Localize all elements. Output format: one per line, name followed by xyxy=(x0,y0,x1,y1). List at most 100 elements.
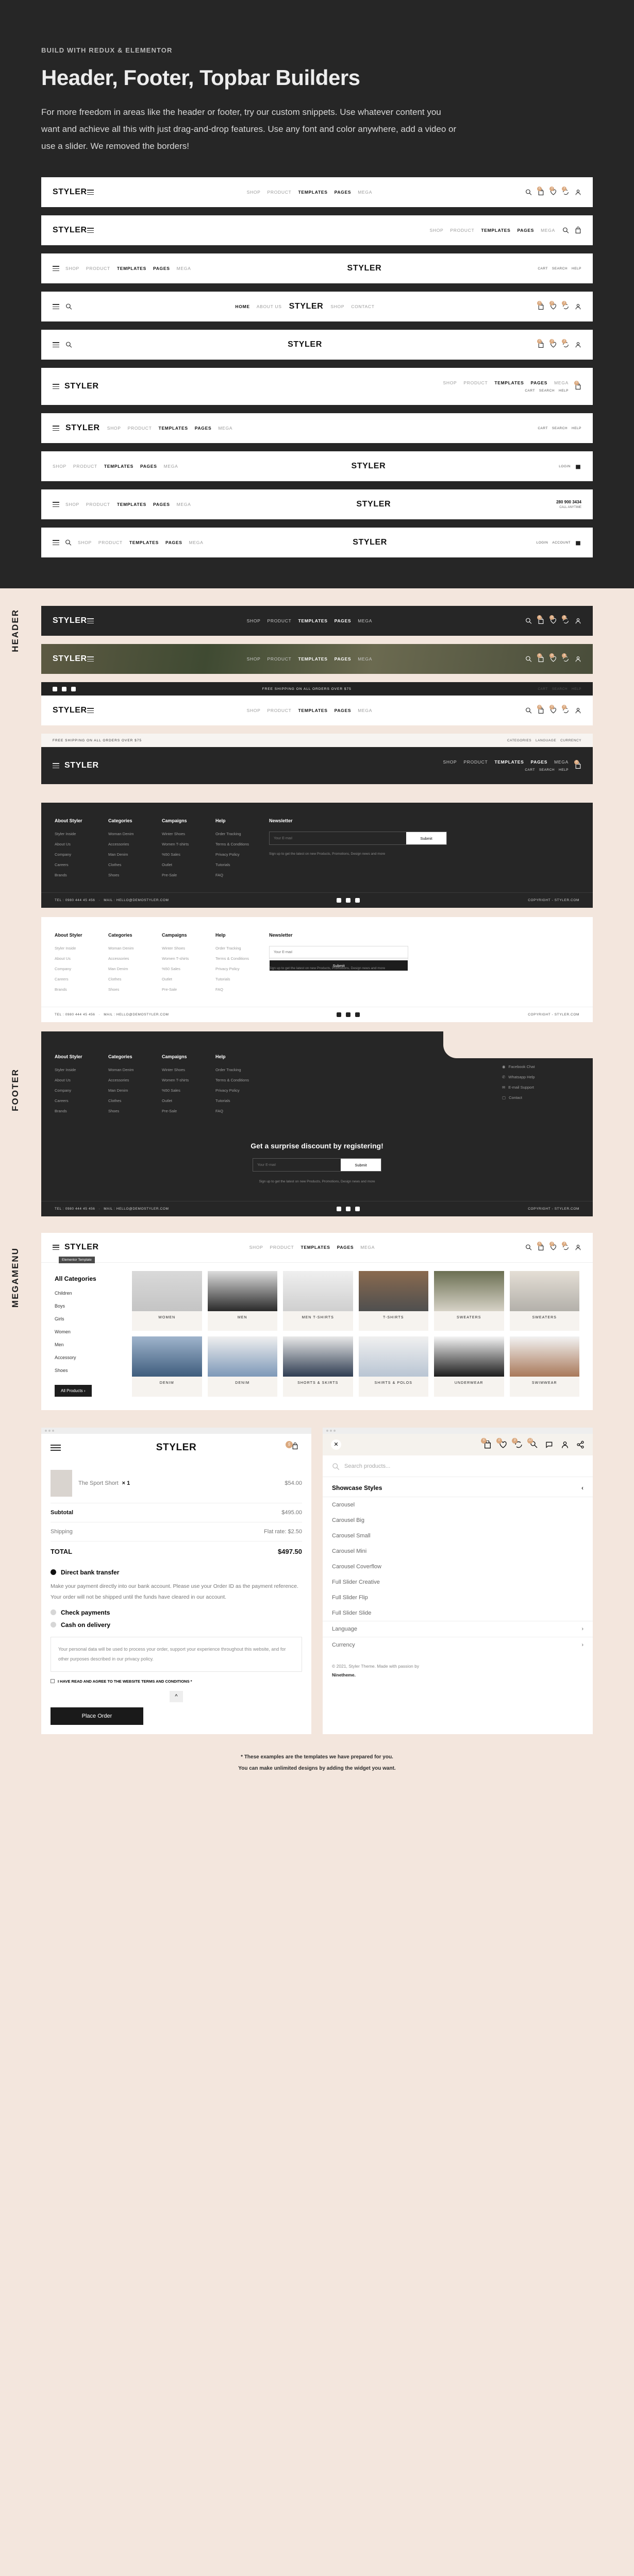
footer-link[interactable]: Woman Denim xyxy=(108,1067,162,1072)
logo[interactable]: STYLER xyxy=(352,462,386,471)
panel-item-list[interactable]: Carousel Carousel Big Carousel Small Car… xyxy=(323,1497,593,1621)
nav-mega[interactable]: MEGA xyxy=(358,708,372,713)
list-item[interactable]: Carousel Mini xyxy=(323,1544,593,1559)
header-dark-stacked[interactable]: STYLER SHOP PRODUCT TEMPLATES PAGES MEGA… xyxy=(41,747,593,785)
nav-product[interactable]: PRODUCT xyxy=(98,540,123,545)
link-login[interactable]: LOGIN xyxy=(559,465,571,468)
footer-link[interactable]: Order Tracking xyxy=(215,832,269,836)
footer-link[interactable]: Accessories xyxy=(108,956,162,961)
topbar-dark[interactable]: FREE SHIPPING ON ALL ORDERS OVER $75 CAR… xyxy=(41,682,593,696)
footer-link[interactable]: Clothes xyxy=(108,1098,162,1103)
nav-pages[interactable]: PAGES xyxy=(335,190,352,195)
cart-icon[interactable]: 6 xyxy=(537,187,544,196)
footer-link[interactable]: Terms & Conditions xyxy=(215,956,269,961)
cart-icon[interactable]: 5 xyxy=(286,1440,302,1453)
nav-pages[interactable]: PAGES xyxy=(518,228,535,233)
header-with-topbar[interactable]: FREE SHIPPING ON ALL ORDERS OVER $75 CAR… xyxy=(41,682,593,726)
footer-link[interactable]: Shoes xyxy=(108,987,162,992)
logo[interactable]: STYLER xyxy=(347,264,382,273)
megamenu-header[interactable]: STYLER SHOP PRODUCT TEMPLATES PAGES MEGA… xyxy=(41,1232,593,1263)
main-nav[interactable]: SHOP PRODUCT TEMPLATES PAGES MEGA xyxy=(247,656,372,662)
product-tile[interactable]: SWEATERS xyxy=(434,1270,504,1331)
footer-link[interactable]: Shoes xyxy=(108,873,162,877)
menu-icon[interactable] xyxy=(87,617,94,625)
search-products-icon[interactable]: 12 xyxy=(527,1437,538,1449)
footer-link[interactable]: Shoes xyxy=(108,1109,162,1113)
account-icon[interactable] xyxy=(561,1440,569,1449)
footer-link[interactable]: About Us xyxy=(55,956,108,961)
nav-home[interactable]: HOME xyxy=(235,304,249,309)
nav-shop[interactable]: SHOP xyxy=(78,540,92,545)
nav-shop[interactable]: SHOP xyxy=(53,464,66,469)
list-item[interactable]: Carousel Coverflow xyxy=(323,1559,593,1574)
cart-icon[interactable]: 6 xyxy=(537,653,544,663)
header-variant-8[interactable]: SHOP PRODUCT TEMPLATES PAGES MEGA STYLER… xyxy=(41,451,593,482)
menu-icon[interactable] xyxy=(53,303,59,311)
link-help[interactable]: HELP xyxy=(572,687,581,691)
nav-templates[interactable]: TEMPLATES xyxy=(301,1245,330,1250)
footer-link[interactable]: FAQ xyxy=(215,873,269,877)
nav-mega[interactable]: MEGA xyxy=(358,656,372,662)
footer-link[interactable]: Careers xyxy=(55,977,108,981)
footer-link[interactable]: About Us xyxy=(55,842,108,846)
nav-product[interactable]: PRODUCT xyxy=(268,656,292,662)
main-nav[interactable]: SHOP PRODUCT TEMPLATES PAGES MEGA xyxy=(107,426,232,431)
account-icon[interactable] xyxy=(575,617,581,624)
link-cart[interactable]: CART xyxy=(525,389,535,393)
compare-icon[interactable]: 3 xyxy=(562,653,569,663)
nav-mega[interactable]: MEGA xyxy=(554,759,569,765)
category-link[interactable]: Accessory xyxy=(55,1355,132,1360)
youtube-icon[interactable] xyxy=(355,1012,360,1018)
footer-link[interactable]: %50 Sales xyxy=(162,967,215,971)
search-icon[interactable] xyxy=(525,617,532,624)
footer-link[interactable]: FAQ xyxy=(215,987,269,992)
link-categories[interactable]: CATEGORIES xyxy=(507,739,531,742)
footer-link[interactable]: Brands xyxy=(55,987,108,992)
nav-product[interactable]: PRODUCT xyxy=(128,426,152,431)
footer-link[interactable]: Company xyxy=(55,852,108,857)
nav-about[interactable]: ABOUT US xyxy=(257,304,282,309)
link-search[interactable]: SEARCH xyxy=(552,267,568,270)
footer-link[interactable]: Woman Denim xyxy=(108,832,162,836)
wishlist-icon[interactable]: 3 xyxy=(549,301,557,310)
nav-templates[interactable]: TEMPLATES xyxy=(298,190,327,195)
phone-number[interactable]: 280 900 3434 xyxy=(556,500,581,504)
cart-icon[interactable] xyxy=(575,227,581,234)
cart-icon[interactable]: 6 xyxy=(537,1242,544,1251)
nav-shop[interactable]: SHOP xyxy=(107,426,121,431)
main-nav[interactable]: SHOP PRODUCT TEMPLATES PAGES MEGA xyxy=(443,380,569,385)
footer-link[interactable]: Woman Denim xyxy=(108,946,162,951)
wishlist-icon[interactable]: 3 xyxy=(549,615,557,624)
list-item[interactable]: Carousel Small xyxy=(323,1528,593,1544)
wishlist-icon[interactable]: 0 xyxy=(549,705,557,714)
logo[interactable]: STYLER xyxy=(53,188,87,197)
link-cart[interactable]: CART xyxy=(538,687,548,691)
link-cart[interactable]: CART xyxy=(538,267,548,270)
nav-shop[interactable]: SHOP xyxy=(443,380,457,385)
account-icon[interactable] xyxy=(575,1244,581,1251)
account-icon[interactable] xyxy=(575,303,581,310)
chevron-right-icon[interactable]: › xyxy=(581,1626,583,1632)
main-nav[interactable]: SHOP PRODUCT TEMPLATES PAGES MEGA xyxy=(249,1245,375,1250)
menu-icon[interactable] xyxy=(87,655,94,663)
support-label[interactable]: E-mail Support xyxy=(508,1085,534,1090)
link-login[interactable]: LOGIN xyxy=(537,541,548,545)
main-nav[interactable]: SHOP PRODUCT TEMPLATES PAGES MEGA xyxy=(78,540,203,545)
nav-product[interactable]: PRODUCT xyxy=(463,380,488,385)
compare-icon[interactable]: 3 xyxy=(562,615,569,624)
footer-link[interactable]: Man Denim xyxy=(108,1088,162,1093)
facebook-icon[interactable] xyxy=(337,1012,342,1018)
header-under-topbar[interactable]: STYLER SHOP PRODUCT TEMPLATES PAGES MEGA… xyxy=(41,696,593,726)
twitter-icon[interactable] xyxy=(346,898,351,903)
radio-selected[interactable] xyxy=(51,1569,56,1575)
footer-link[interactable]: Clothes xyxy=(108,977,162,981)
nav-templates[interactable]: TEMPLATES xyxy=(494,380,524,385)
nav-pages[interactable]: PAGES xyxy=(335,618,352,623)
panel-currency-row[interactable]: Currency › xyxy=(323,1636,593,1653)
link-language[interactable]: LANGUAGE xyxy=(536,739,556,742)
header-photo[interactable]: STYLER SHOP PRODUCT TEMPLATES PAGES MEGA… xyxy=(41,644,593,674)
nav-contact[interactable]: CONTACT xyxy=(351,304,374,309)
product-tile[interactable]: WOMEN xyxy=(132,1270,202,1331)
terms-agreement[interactable]: I HAVE READ AND AGREE TO THE WEBSITE TER… xyxy=(51,1679,302,1684)
nav-templates[interactable]: TEMPLATES xyxy=(298,618,327,623)
